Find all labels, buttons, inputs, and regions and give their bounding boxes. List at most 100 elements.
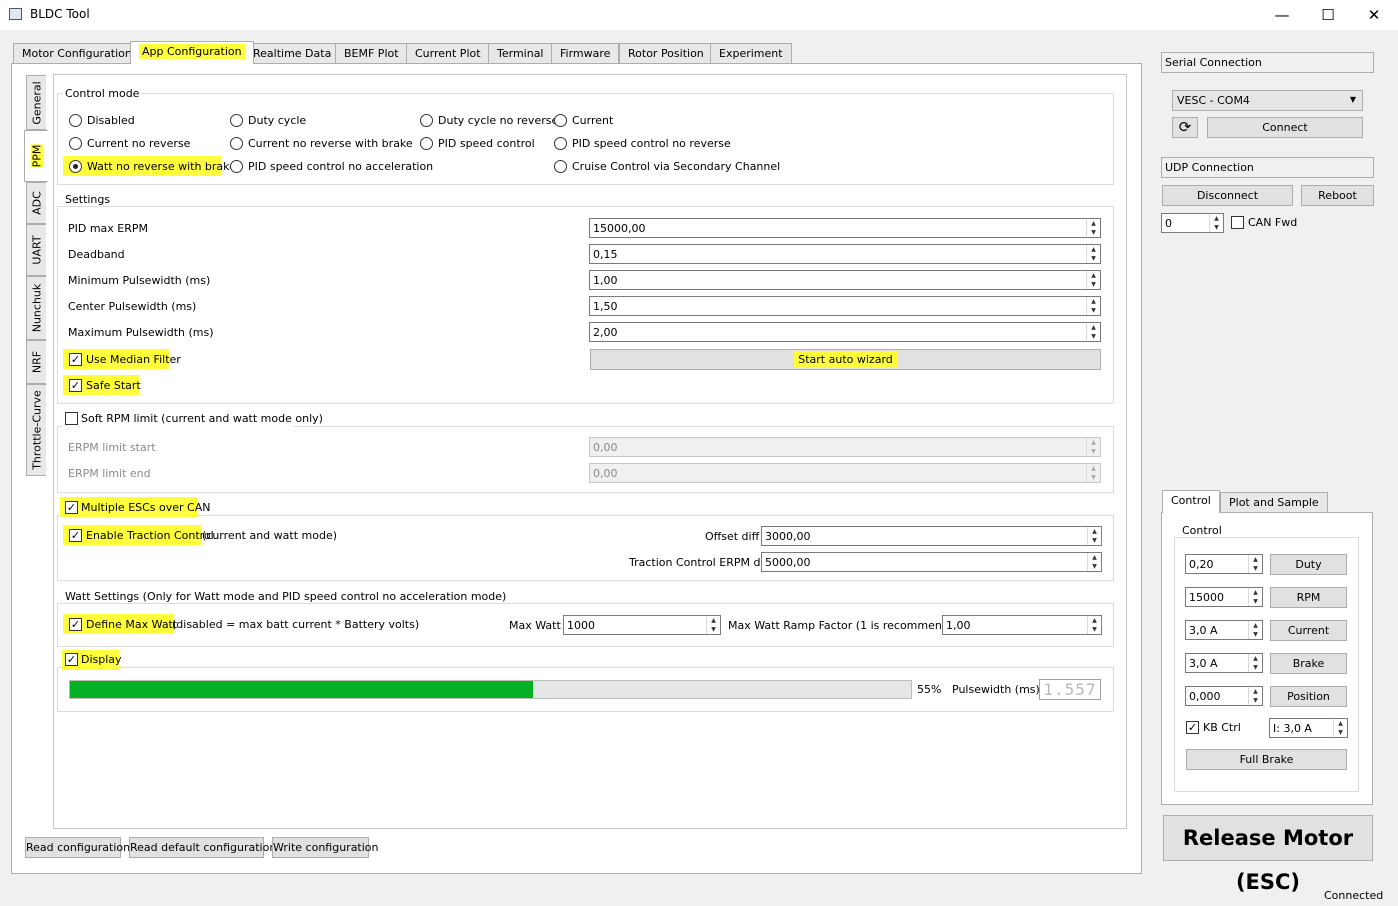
disconnect-button[interactable]: Disconnect bbox=[1162, 185, 1293, 206]
radio-pid-speed-control[interactable] bbox=[420, 137, 433, 150]
release-motor-button[interactable]: Release Motor (ESC) bbox=[1163, 815, 1373, 894]
spin-arrows-icon[interactable]: ▲ ▼ bbox=[1333, 719, 1347, 737]
radio-label: Watt no reverse with brake bbox=[87, 160, 236, 173]
erpm-limit-start-label: ERPM limit start bbox=[68, 441, 156, 454]
position-button[interactable]: Position bbox=[1270, 686, 1347, 707]
close-button[interactable]: ✕ bbox=[1354, 4, 1394, 26]
kb-current-spinbox[interactable]: I: 3,0 A ▲ ▼ bbox=[1269, 718, 1348, 738]
rpm-spinbox[interactable]: 15000 ▲ ▼ bbox=[1185, 587, 1263, 607]
max-watt-spinbox[interactable]: 1000 ▲ ▼ bbox=[563, 615, 721, 635]
tab-control[interactable]: Control bbox=[1162, 490, 1220, 513]
spin-arrows-icon[interactable]: ▲ ▼ bbox=[1086, 297, 1100, 315]
refresh-button[interactable]: ⟳ bbox=[1172, 117, 1198, 138]
brake-spinbox[interactable]: 3,0 A ▲ ▼ bbox=[1185, 653, 1263, 673]
erpm-limit-end-label: ERPM limit end bbox=[68, 467, 151, 480]
tab-motor-configuration[interactable]: Motor Configuration bbox=[13, 43, 141, 64]
deadband-spinbox[interactable]: 0,15 ▲ ▼ bbox=[589, 244, 1101, 264]
tab-plot-and-sample[interactable]: Plot and Sample bbox=[1220, 492, 1328, 513]
tab-current-plot[interactable]: Current Plot bbox=[406, 43, 490, 64]
define-max-watt-checkbox[interactable]: ✓ bbox=[69, 618, 82, 631]
side-tab-uart[interactable]: UART bbox=[26, 224, 46, 276]
spin-arrows-icon[interactable]: ▲ ▼ bbox=[1209, 214, 1223, 232]
spin-arrows-icon[interactable]: ▲ ▼ bbox=[1087, 616, 1101, 634]
center-pulsewidth-spinbox[interactable]: 1,50 ▲ ▼ bbox=[589, 296, 1101, 316]
spin-arrows-icon[interactable]: ▲ ▼ bbox=[1248, 588, 1262, 606]
start-auto-wizard-button[interactable]: Start auto wizard bbox=[590, 349, 1101, 370]
tab-realtime-data[interactable]: Realtime Data bbox=[244, 43, 341, 64]
tab-bemf-plot[interactable]: BEMF Plot bbox=[335, 43, 408, 64]
serial-port-select[interactable]: VESC - COM4 ▼ bbox=[1172, 90, 1363, 111]
side-tab-ppm[interactable]: PPM bbox=[24, 130, 48, 182]
tab-firmware[interactable]: Firmware bbox=[551, 43, 620, 64]
spin-arrows-icon[interactable]: ▲ ▼ bbox=[1087, 553, 1101, 571]
rpm-button[interactable]: RPM bbox=[1270, 587, 1347, 608]
spin-arrows-icon[interactable]: ▲ ▼ bbox=[1248, 687, 1262, 705]
control-title: Control bbox=[1180, 524, 1224, 537]
min-pulsewidth-spinbox[interactable]: 1,00 ▲ ▼ bbox=[589, 270, 1101, 290]
pid-max-erpm-spinbox[interactable]: 15000,00 ▲ ▼ bbox=[589, 218, 1101, 238]
side-tab-general[interactable]: General bbox=[26, 75, 46, 130]
display-checkbox[interactable]: ✓ bbox=[65, 653, 78, 666]
can-fwd-checkbox[interactable] bbox=[1231, 216, 1244, 229]
side-tab-throttle-curve[interactable]: Throttle-Curve bbox=[26, 384, 46, 476]
radio-current-no-reverse[interactable] bbox=[69, 137, 82, 150]
offset-diff-spinbox[interactable]: 3000,00 ▲ ▼ bbox=[761, 526, 1102, 546]
radio-current-no-reverse-with-brake[interactable] bbox=[230, 137, 243, 150]
max-pulsewidth-spinbox[interactable]: 2,00 ▲ ▼ bbox=[589, 322, 1101, 342]
spin-value: 3,0 A bbox=[1189, 624, 1218, 637]
safe-start-label: Safe Start bbox=[86, 379, 141, 392]
radio-pid-speed-control-no-acceleration[interactable] bbox=[230, 160, 243, 173]
tab-app-configuration[interactable]: App Configuration bbox=[130, 41, 254, 64]
radio-cruise-control[interactable] bbox=[554, 160, 567, 173]
traction-control-checkbox[interactable]: ✓ bbox=[69, 529, 82, 542]
position-spinbox[interactable]: 0,000 ▲ ▼ bbox=[1185, 686, 1263, 706]
spin-arrows-icon[interactable]: ▲ ▼ bbox=[1248, 621, 1262, 639]
safe-start-checkbox[interactable]: ✓ bbox=[69, 379, 82, 392]
spin-arrows-icon[interactable]: ▲ ▼ bbox=[1248, 654, 1262, 672]
tc-erpm-diff-spinbox[interactable]: 5000,00 ▲ ▼ bbox=[761, 552, 1102, 572]
spin-arrows-icon[interactable]: ▲ ▼ bbox=[1086, 219, 1100, 237]
current-button[interactable]: Current bbox=[1270, 620, 1347, 641]
spin-value: 0,00 bbox=[593, 467, 618, 480]
spin-arrows-icon[interactable]: ▲ ▼ bbox=[1086, 323, 1100, 341]
radio-watt-no-reverse-with-brake[interactable] bbox=[69, 160, 82, 173]
connect-button[interactable]: Connect bbox=[1207, 117, 1363, 138]
reboot-button[interactable]: Reboot bbox=[1301, 185, 1374, 206]
side-tab-nrf[interactable]: NRF bbox=[26, 340, 46, 384]
erpm-limit-start-spinbox[interactable]: 0,00 ▲ ▼ bbox=[589, 437, 1101, 457]
radio-current[interactable] bbox=[554, 114, 567, 127]
maximize-button[interactable]: ☐ bbox=[1308, 4, 1348, 26]
spin-arrows-icon[interactable]: ▲ ▼ bbox=[1248, 555, 1262, 573]
radio-duty-cycle-no-reverse[interactable] bbox=[420, 114, 433, 127]
duty-button[interactable]: Duty bbox=[1270, 554, 1347, 575]
tab-rotor-position[interactable]: Rotor Position bbox=[619, 43, 713, 64]
use-median-filter-checkbox[interactable]: ✓ bbox=[69, 353, 82, 366]
erpm-limit-end-spinbox[interactable]: 0,00 ▲ ▼ bbox=[589, 463, 1101, 483]
spin-arrows-icon[interactable]: ▲ ▼ bbox=[1087, 527, 1101, 545]
read-default-configuration-button[interactable]: Read default configuration bbox=[129, 837, 276, 858]
spin-arrows-icon[interactable]: ▲ ▼ bbox=[1086, 464, 1100, 482]
max-watt-ramp-spinbox[interactable]: 1,00 ▲ ▼ bbox=[942, 615, 1102, 635]
brake-button[interactable]: Brake bbox=[1270, 653, 1347, 674]
write-configuration-button[interactable]: Write configuration bbox=[272, 837, 379, 858]
minimize-button[interactable]: — bbox=[1262, 4, 1302, 26]
spin-arrows-icon[interactable]: ▲ ▼ bbox=[1086, 271, 1100, 289]
radio-pid-speed-control-no-reverse[interactable] bbox=[554, 137, 567, 150]
radio-duty-cycle[interactable] bbox=[230, 114, 243, 127]
duty-spinbox[interactable]: 0,20 ▲ ▼ bbox=[1185, 554, 1263, 574]
full-brake-button[interactable]: Full Brake bbox=[1186, 749, 1347, 770]
soft-rpm-checkbox[interactable] bbox=[65, 412, 78, 425]
multiple-escs-checkbox[interactable]: ✓ bbox=[65, 501, 78, 514]
tab-experiment[interactable]: Experiment bbox=[710, 43, 792, 64]
spin-arrows-icon[interactable]: ▲ ▼ bbox=[1086, 245, 1100, 263]
spin-arrows-icon[interactable]: ▲ ▼ bbox=[706, 616, 720, 634]
side-tab-adc[interactable]: ADC bbox=[26, 182, 46, 224]
can-id-spinbox[interactable]: 0 ▲ ▼ bbox=[1161, 213, 1224, 233]
kb-ctrl-checkbox[interactable]: ✓ bbox=[1186, 721, 1199, 734]
read-configuration-button[interactable]: Read configuration bbox=[25, 837, 130, 858]
current-spinbox[interactable]: 3,0 A ▲ ▼ bbox=[1185, 620, 1263, 640]
tab-terminal[interactable]: Terminal bbox=[488, 43, 553, 64]
radio-disabled[interactable] bbox=[69, 114, 82, 127]
side-tab-nunchuk[interactable]: Nunchuk bbox=[26, 276, 46, 340]
spin-arrows-icon[interactable]: ▲ ▼ bbox=[1086, 438, 1100, 456]
